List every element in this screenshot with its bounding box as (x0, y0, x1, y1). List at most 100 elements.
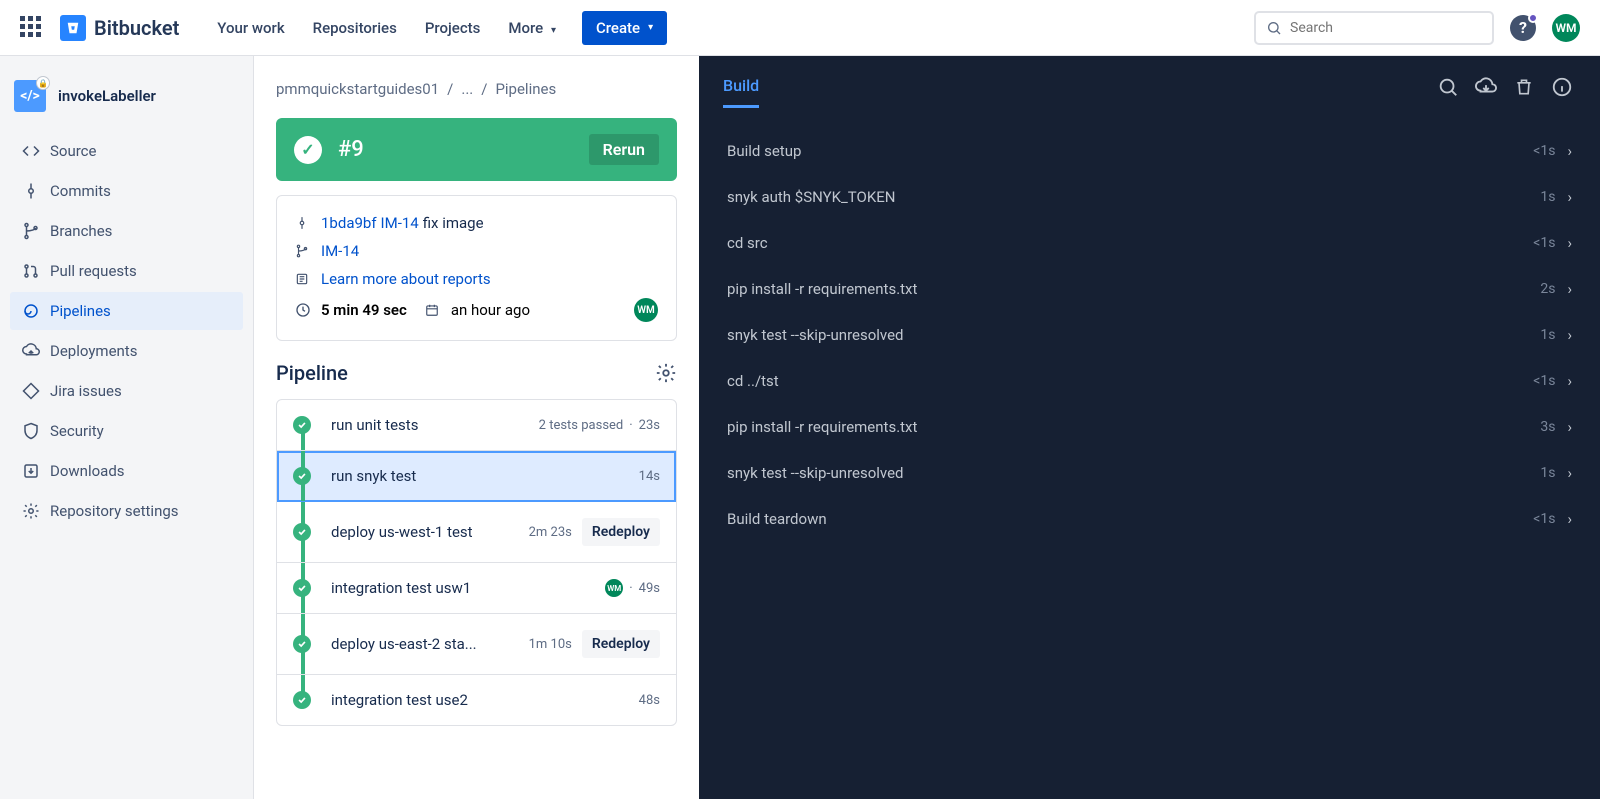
log-line[interactable]: pip install -r requirements.txt3s› (727, 404, 1572, 450)
pipeline-stages: run unit tests 2 tests passed·23s run sn… (276, 399, 677, 726)
clock-icon (295, 302, 315, 318)
repo-name: invokeLabeller (58, 87, 156, 105)
top-navigation: Bitbucket Your work Repositories Project… (0, 0, 1600, 56)
sidebar-commits[interactable]: Commits (10, 172, 243, 210)
branch-icon (295, 244, 315, 258)
sidebar-downloads[interactable]: Downloads (10, 452, 243, 490)
sidebar-branches[interactable]: Branches (10, 212, 243, 250)
duration: 5 min 49 sec (321, 301, 407, 319)
nav-more[interactable]: More ▾ (494, 11, 570, 45)
pipeline-header: Pipeline (276, 361, 677, 385)
commit-hash-link[interactable]: 1bda9bf (321, 214, 377, 232)
log-line[interactable]: Build teardown<1s› (727, 496, 1572, 542)
log-line[interactable]: Build setup<1s› (727, 128, 1572, 174)
log-body: Build setup<1s› snyk auth $SNYK_TOKEN1s›… (699, 108, 1600, 562)
search-icon (1266, 20, 1282, 36)
breadcrumb-root[interactable]: pmmquickstartguides01 (276, 80, 439, 98)
gear-icon[interactable] (655, 362, 677, 384)
repo-header[interactable]: </>🔒 invokeLabeller (10, 80, 243, 132)
repo-sidebar: </>🔒 invokeLabeller Source Commits Branc… (0, 56, 254, 799)
info-icon[interactable] (1548, 73, 1576, 101)
chevron-right-icon: › (1567, 188, 1572, 206)
search-input-wrap[interactable] (1254, 11, 1494, 45)
branch-row: IM-14 (295, 242, 658, 260)
timing-row: 5 min 49 sec an hour ago WM (295, 298, 658, 322)
success-node-icon (293, 635, 311, 653)
stage-row[interactable]: integration test use2 48s (277, 675, 676, 725)
stage-name: deploy us-west-1 test (331, 523, 529, 541)
create-button[interactable]: Create ▾ (582, 11, 667, 45)
stage-avatar: WM (605, 579, 623, 597)
nav-projects[interactable]: Projects (411, 11, 495, 45)
help-icon[interactable]: ? (1510, 15, 1536, 41)
success-node-icon (293, 523, 311, 541)
log-tab-build[interactable]: Build (723, 66, 759, 108)
commit-issue-link[interactable]: IM-14 (381, 214, 419, 232)
stage-row[interactable]: deploy us-west-1 test 2m 23s Redeploy (277, 502, 676, 563)
run-title: #9 (338, 137, 589, 162)
commit-icon (295, 216, 315, 230)
sidebar-settings[interactable]: Repository settings (10, 492, 243, 530)
commit-row: 1bda9bf IM-14 fix image (295, 214, 658, 232)
redeploy-button[interactable]: Redeploy (582, 630, 660, 658)
success-check-icon: ✓ (294, 136, 322, 164)
log-panel: Build Build setup<1s› snyk auth $SNYK_TO… (699, 56, 1600, 799)
stage-name: run unit tests (331, 416, 539, 434)
repo-logo-icon: </>🔒 (14, 80, 46, 112)
chevron-right-icon: › (1567, 510, 1572, 528)
download-icon[interactable] (1472, 73, 1500, 101)
stage-row[interactable]: deploy us-east-2 sta... 1m 10s Redeploy (277, 614, 676, 675)
log-line[interactable]: pip install -r requirements.txt2s› (727, 266, 1572, 312)
log-line[interactable]: snyk test --skip-unresolved1s› (727, 450, 1572, 496)
chevron-down-icon: ▾ (551, 25, 556, 36)
user-avatar[interactable]: WM (1552, 14, 1580, 42)
bitbucket-logo[interactable]: Bitbucket (60, 15, 179, 41)
sidebar-jira[interactable]: Jira issues (10, 372, 243, 410)
breadcrumb-current[interactable]: Pipelines (495, 80, 556, 98)
calendar-icon (425, 303, 445, 317)
lock-icon: 🔒 (36, 76, 50, 90)
success-node-icon (293, 579, 311, 597)
log-toolbar: Build (699, 56, 1600, 108)
sidebar-pull-requests[interactable]: Pull requests (10, 252, 243, 290)
success-node-icon (293, 691, 311, 709)
commit-message: fix image (423, 214, 484, 232)
sidebar-security[interactable]: Security (10, 412, 243, 450)
search-input[interactable] (1290, 20, 1482, 36)
stage-row[interactable]: run snyk test 14s (277, 451, 676, 502)
main-layout: </>🔒 invokeLabeller Source Commits Branc… (0, 56, 1600, 799)
log-line[interactable]: cd src<1s› (727, 220, 1572, 266)
redeploy-button[interactable]: Redeploy (582, 518, 660, 546)
log-line[interactable]: snyk test --skip-unresolved1s› (727, 312, 1572, 358)
run-info-card: 1bda9bf IM-14 fix image IM-14 Learn more… (276, 195, 677, 341)
stage-row[interactable]: run unit tests 2 tests passed·23s (277, 400, 676, 451)
run-status-banner: ✓ #9 Rerun (276, 118, 677, 181)
brand-text: Bitbucket (94, 16, 179, 40)
branch-link[interactable]: IM-14 (321, 242, 359, 260)
run-author-avatar[interactable]: WM (634, 298, 658, 322)
sidebar-pipelines[interactable]: Pipelines (10, 292, 243, 330)
trash-icon[interactable] (1510, 73, 1538, 101)
chevron-right-icon: › (1567, 372, 1572, 390)
breadcrumb-mid[interactable]: ... (461, 80, 473, 98)
reports-link[interactable]: Learn more about reports (321, 270, 491, 288)
sidebar-deployments[interactable]: Deployments (10, 332, 243, 370)
chevron-right-icon: › (1567, 326, 1572, 344)
nav-repositories[interactable]: Repositories (299, 11, 411, 45)
nav-your-work[interactable]: Your work (203, 11, 298, 45)
chevron-right-icon: › (1567, 234, 1572, 252)
breadcrumb: pmmquickstartguides01/.../Pipelines (276, 80, 677, 98)
reports-row: Learn more about reports (295, 270, 658, 288)
pipeline-panel: pmmquickstartguides01/.../Pipelines ✓ #9… (254, 56, 699, 799)
log-line[interactable]: snyk auth $SNYK_TOKEN1s› (727, 174, 1572, 220)
sidebar-source[interactable]: Source (10, 132, 243, 170)
chevron-right-icon: › (1567, 142, 1572, 160)
notification-dot-icon (1528, 13, 1538, 23)
log-search-icon[interactable] (1434, 73, 1462, 101)
stage-row[interactable]: integration test usw1 WM·49s (277, 563, 676, 614)
chevron-down-icon: ▾ (648, 22, 653, 33)
stage-name: run snyk test (331, 467, 639, 485)
app-switcher-icon[interactable] (20, 16, 44, 40)
rerun-button[interactable]: Rerun (589, 134, 659, 165)
log-line[interactable]: cd ../tst<1s› (727, 358, 1572, 404)
